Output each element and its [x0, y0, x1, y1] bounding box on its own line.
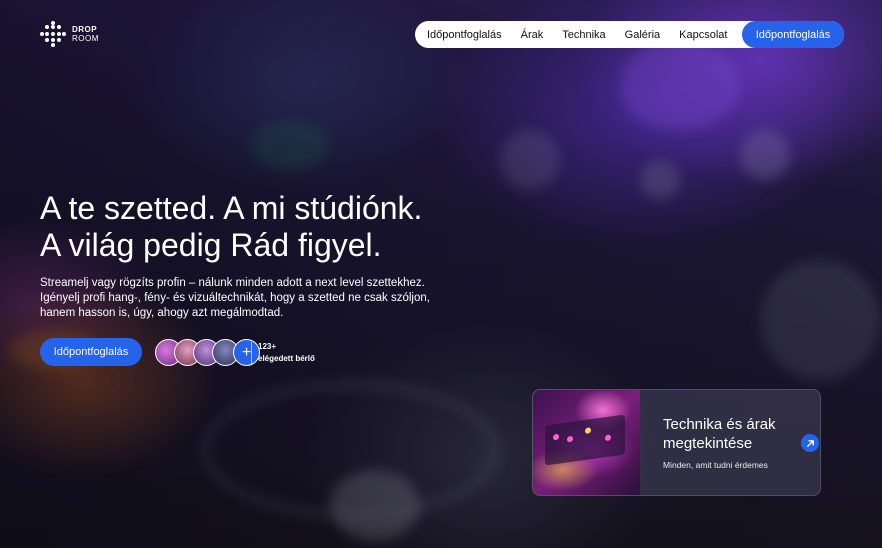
brand-name: DROP ROOM: [72, 25, 99, 43]
logo-dots-icon: [40, 21, 66, 47]
renters-count: 123+: [258, 342, 277, 351]
hero-description: Streamelj vagy rögzíts profin – nálunk m…: [40, 277, 430, 319]
nav-item-prices[interactable]: Árak: [521, 29, 544, 41]
hero-title-line-1: A te szetted. A mi stúdiónk.: [40, 190, 423, 226]
hero-title-line-2: A világ pedig Rád figyel.: [40, 227, 382, 263]
renters-stat: 123+ elégedett bérlő: [258, 341, 315, 365]
technology-prices-card[interactable]: Technika és árak megtekintése Minden, am…: [532, 389, 821, 496]
brand-logo[interactable]: DROP ROOM: [40, 21, 99, 47]
hero-title: A te szetted. A mi stúdiónk. A világ ped…: [40, 190, 422, 264]
divider: [251, 342, 252, 364]
nav-item-contact[interactable]: Kapcsolat: [679, 29, 727, 41]
nav-item-technology[interactable]: Technika: [562, 29, 605, 41]
card-subtitle: Minden, amit tudni érdemes: [663, 460, 768, 470]
hero-booking-button[interactable]: Időpontfoglalás: [40, 338, 142, 366]
plus-icon[interactable]: +: [233, 339, 260, 366]
arrow-up-right-icon[interactable]: [801, 434, 819, 452]
card-image: [533, 390, 640, 495]
nav-item-booking[interactable]: Időpontfoglalás: [427, 29, 502, 41]
main-nav: Időpontfoglalás Árak Technika Galéria Ka…: [415, 21, 844, 48]
renter-avatars: +: [155, 339, 260, 366]
nav-booking-button[interactable]: Időpontfoglalás: [742, 21, 844, 48]
renters-label: elégedett bérlő: [258, 354, 315, 363]
nav-item-gallery[interactable]: Galéria: [625, 29, 660, 41]
card-title: Technika és árak megtekintése: [663, 416, 776, 452]
